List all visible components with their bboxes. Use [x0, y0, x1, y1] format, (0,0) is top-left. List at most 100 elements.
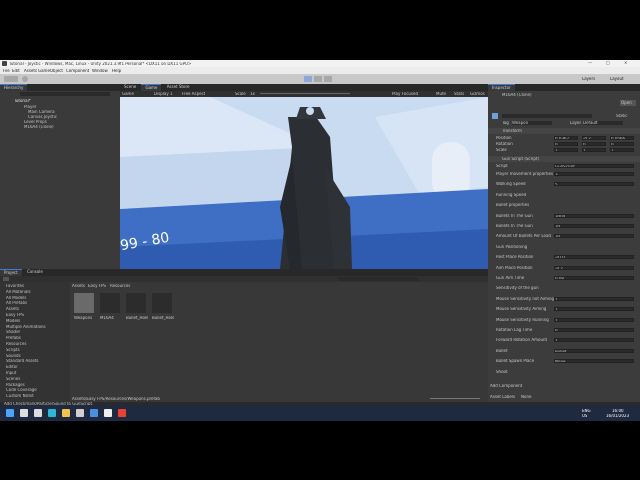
position-z[interactable]: 0.0566 [610, 136, 634, 140]
breadcrumb-item[interactable]: Assets [72, 284, 85, 288]
menu-window[interactable]: Window [92, 69, 108, 73]
project-tree-item[interactable]: Code Coverage [6, 388, 68, 393]
region-indicator[interactable]: US [582, 414, 587, 418]
edge-icon[interactable] [48, 409, 56, 417]
project-tree-item[interactable]: Custom NUnit [6, 394, 68, 399]
gizmos-toggle[interactable]: Gizmos [470, 92, 485, 96]
project-tree-item[interactable]: All Prefabs [6, 301, 68, 306]
layers-dropdown[interactable]: Layers [582, 77, 602, 81]
project-tree-item[interactable]: All Materials [6, 290, 68, 295]
asset-label[interactable]: Bullet_Hole [126, 316, 148, 320]
tab-asset-store[interactable]: Asset Store [163, 84, 194, 91]
position-x[interactable]: 0.0367 [554, 136, 578, 140]
taskview-icon[interactable] [34, 409, 42, 417]
pause-icon[interactable] [314, 76, 322, 82]
asset-label[interactable]: M16A4 [100, 316, 122, 320]
tab-scene[interactable]: Scene [120, 84, 140, 91]
inspector-field-value[interactable]: 1 [554, 338, 634, 343]
add-asset-button[interactable] [3, 277, 9, 281]
explorer-icon[interactable] [62, 409, 70, 417]
tab-inspector[interactable]: Inspector [488, 84, 515, 91]
windows-icon[interactable] [6, 409, 14, 417]
project-tree-item[interactable]: Input [6, 371, 68, 376]
tab-hierarchy[interactable]: Hierarchy [0, 84, 28, 91]
play-focused-dropdown[interactable]: Play Focused [392, 92, 418, 96]
mail-icon[interactable] [90, 409, 98, 417]
menu-assets[interactable]: Assets [24, 69, 37, 73]
project-tree-item[interactable]: Editor [6, 365, 68, 370]
inspector-field-value[interactable]: None [554, 359, 634, 364]
object-name-field[interactable] [502, 114, 592, 118]
inspector-field-value[interactable]: 5 [554, 182, 634, 187]
game-dropdown[interactable]: Game [122, 92, 134, 96]
inspector-field-value[interactable]: Bullet [554, 348, 634, 353]
weapon-icon[interactable] [100, 293, 120, 313]
project-tree-item[interactable]: Resources [6, 342, 68, 347]
project-tree-item[interactable]: Multiple Animations [6, 325, 68, 330]
play-icon[interactable] [304, 76, 312, 82]
project-tree-item[interactable]: All Models [6, 296, 68, 301]
asset-label[interactable]: Bullet_Hole2 [152, 316, 174, 320]
inspector-field-value[interactable]: 1 [554, 296, 634, 301]
breadcrumb-item[interactable]: Resources [110, 284, 130, 288]
inspector-field-value[interactable]: 30 [554, 234, 634, 239]
inspector-field-value[interactable]: 0 [554, 328, 634, 332]
account-button[interactable] [4, 76, 18, 82]
folder-icon[interactable] [74, 293, 94, 313]
project-tree-item[interactable]: Prefabs [6, 336, 68, 341]
script-field[interactable]: GunScript [554, 164, 634, 168]
clock-time[interactable]: 16:00 [612, 409, 624, 413]
inspector-field-value[interactable]: -0.2 [554, 265, 634, 270]
tab-project[interactable]: Project [0, 269, 22, 276]
language-indicator[interactable]: ENG [582, 409, 591, 413]
scale-slider[interactable] [260, 93, 350, 94]
aspect-dropdown[interactable]: Free Aspect [182, 92, 205, 96]
project-search-input[interactable] [338, 277, 418, 281]
inspector-field-value[interactable]: 30 [554, 224, 634, 228]
maximize-button[interactable]: □ [606, 61, 616, 65]
tab-console[interactable]: Console [23, 269, 47, 276]
clock-date[interactable]: 16/01/2023 [606, 414, 629, 418]
layer-dropdown[interactable]: Default [583, 121, 623, 125]
hierarchy-item[interactable]: M16A4 (Clone) [20, 125, 110, 130]
layout-dropdown[interactable]: Layout [610, 77, 632, 81]
game-render[interactable]: 99 - 80 [120, 97, 488, 269]
project-tree-item[interactable]: Models [6, 319, 68, 324]
chrome-icon[interactable] [118, 409, 126, 417]
zoom-slider[interactable] [430, 398, 480, 399]
project-tree-item[interactable]: Sounds [6, 354, 68, 359]
project-tree-item[interactable]: Easy FPS [6, 313, 68, 318]
breadcrumb-item[interactable]: Easy FPS [88, 284, 106, 288]
menu-file[interactable]: File [3, 69, 10, 73]
project-tree-item[interactable]: Scenes [6, 377, 68, 382]
rotation-y[interactable]: 0 [582, 142, 606, 146]
display-dropdown[interactable]: Display 1 [154, 92, 173, 96]
rotation-x[interactable]: 0 [554, 142, 578, 146]
mute-audio-toggle[interactable]: Mute [436, 92, 446, 96]
project-tree-item[interactable]: Scripts [6, 348, 68, 353]
menu-component[interactable]: Component [66, 69, 89, 73]
cloud-icon[interactable] [22, 76, 28, 82]
hierarchy-item[interactable]: Tutorial* [10, 99, 110, 104]
inspector-field-value[interactable]: 3 [554, 172, 634, 176]
minimize-button[interactable]: — [588, 61, 598, 65]
scale-x[interactable]: 1 [554, 148, 578, 152]
search-icon[interactable] [20, 409, 28, 417]
project-tree-item[interactable]: Favorites [6, 284, 68, 289]
close-button[interactable]: ✕ [624, 61, 634, 65]
open-prefab-button[interactable]: Open [620, 100, 636, 106]
store-icon[interactable] [76, 409, 84, 417]
weapon-icon[interactable] [152, 293, 172, 313]
scale-z[interactable]: 1 [610, 148, 634, 152]
add-component-button[interactable]: Add Component [490, 384, 535, 388]
inspector-field-value[interactable]: 3000 [554, 213, 634, 218]
menu-gameobject[interactable]: GameObject [38, 69, 63, 73]
rotation-z[interactable]: 0 [610, 142, 634, 146]
stats-toggle[interactable]: Stats [454, 92, 464, 96]
asset-label[interactable]: Weapons [74, 316, 96, 320]
project-tree-item[interactable]: Standard Assets [6, 359, 68, 364]
inspector-field-value[interactable]: 1 [554, 307, 634, 312]
tag-dropdown[interactable]: Weapon [512, 121, 552, 125]
project-tree-item[interactable]: Shader [6, 330, 68, 335]
weapon-icon[interactable] [126, 293, 146, 313]
